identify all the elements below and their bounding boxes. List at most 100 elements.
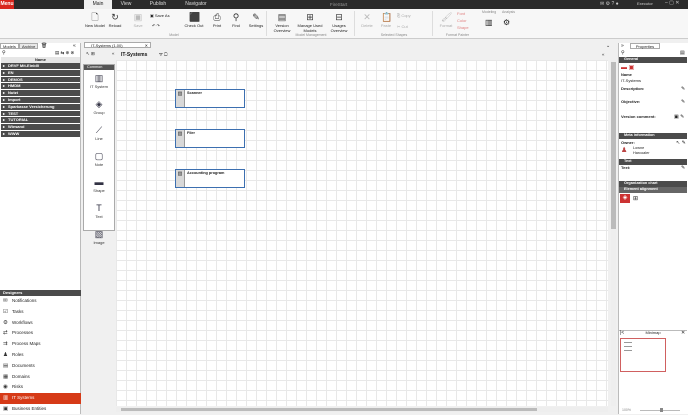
it-system-filer[interactable]: ▥ Filer: [175, 129, 245, 148]
edit-text-icon[interactable]: ✎: [681, 165, 685, 171]
save-as-button[interactable]: ▣ Save As: [150, 13, 170, 19]
tree-item[interactable]: TUTORIAL: [1, 117, 80, 125]
undo-redo-buttons[interactable]: ↶ ↷: [152, 23, 160, 29]
font-button[interactable]: Font: [457, 11, 465, 17]
owner-value-2[interactable]: Harcoaler: [633, 151, 649, 155]
usages-overview-button[interactable]: ⊟ Usages Overview: [326, 10, 352, 35]
tree-item[interactable]: TEST: [1, 110, 80, 118]
name-value[interactable]: IT-Systems: [621, 78, 641, 83]
edit-owner-icon[interactable]: ↖ ✎: [676, 140, 686, 146]
diagram-canvas[interactable]: [116, 60, 608, 406]
manage-used-models-button[interactable]: ⊞ Manage Used Models: [296, 10, 324, 35]
tab-navigator[interactable]: Navigator: [181, 0, 211, 9]
tab-models[interactable]: Models: [0, 43, 19, 49]
analysis-icon[interactable]: ⚙: [503, 18, 510, 27]
org-chart-align-icon[interactable]: ⊞: [633, 195, 638, 202]
tab-properties[interactable]: Properties: [630, 43, 660, 49]
collapse-left-icon[interactable]: «: [73, 43, 76, 49]
tab-publish[interactable]: Publish: [144, 0, 172, 9]
tree-item[interactable]: EN: [1, 69, 80, 77]
find-button[interactable]: ⚲ Find: [225, 10, 247, 35]
section-general[interactable]: General: [619, 57, 687, 63]
tree-item[interactable]: HMDM: [1, 83, 80, 91]
palette-item[interactable]: ▬ Shape: [84, 177, 114, 200]
vertical-scroll-thumb[interactable]: [611, 62, 616, 229]
palette-item[interactable]: ◈ Group: [84, 99, 114, 122]
shape-button[interactable]: Shape: [457, 25, 469, 31]
edit-objective-icon[interactable]: ✎: [681, 99, 685, 105]
collapse-right-icon[interactable]: »: [621, 43, 624, 49]
designer-item[interactable]: ☑ Tasks: [0, 307, 81, 318]
designer-item[interactable]: ▦ Domains: [0, 372, 81, 383]
reload-button[interactable]: ↻ Reload: [104, 10, 126, 35]
user-name[interactable]: Executor: [637, 1, 653, 6]
designer-item[interactable]: ▤ Documents: [0, 361, 81, 372]
designer-item[interactable]: ▣ Business Entities: [0, 404, 81, 415]
copy-button[interactable]: ⎘ Copy: [397, 13, 411, 19]
tab-view[interactable]: View: [112, 0, 140, 9]
palette-item[interactable]: ▢ Note: [84, 151, 114, 174]
tab-main[interactable]: Main: [84, 0, 112, 9]
tree-item[interactable]: Sparkasse Versicherung: [1, 103, 80, 111]
designer-item[interactable]: ▥ IT Systems: [0, 393, 81, 404]
it-system-icon: ▥: [176, 90, 185, 107]
pointer-icon[interactable]: ↖ ⊞: [86, 51, 95, 57]
section-organization-chart[interactable]: Organization chart: [619, 181, 687, 187]
designer-item[interactable]: ♟ Roles: [0, 350, 81, 361]
minimap-close-icon[interactable]: ✕: [681, 330, 685, 336]
tree-toolbar-icons[interactable]: ▤ ⇆ ⊕ ⊗: [55, 50, 74, 56]
tree-item[interactable]: Nutzt: [1, 90, 80, 97]
section-element-alignment[interactable]: Element alignment: [619, 187, 687, 193]
language-flag-icons[interactable]: ▬ ▣: [621, 64, 634, 71]
search-icon[interactable]: ⚲: [2, 50, 6, 56]
palette-item[interactable]: T Text: [84, 203, 114, 226]
color-button[interactable]: Color: [457, 18, 467, 24]
owner-value-1[interactable]: Lowne: [633, 146, 644, 150]
tree-item[interactable]: Wiesand: [1, 124, 80, 131]
trash-icon[interactable]: 🗑: [41, 43, 47, 49]
window-icons[interactable]: ✉ ⚙ ? ●: [600, 1, 619, 7]
new-model-button[interactable]: 🗋 New Model: [84, 10, 106, 35]
palette-item[interactable]: ⟋ Line: [84, 125, 114, 148]
zoom-slider-handle[interactable]: [660, 408, 663, 412]
designer-item[interactable]: ◉ Risks: [0, 382, 81, 393]
designer-item[interactable]: ⇄ Processes: [0, 328, 81, 339]
horizontal-scroll-thumb[interactable]: [121, 408, 537, 411]
designer-item[interactable]: ⚙ Workflows: [0, 318, 81, 329]
edit-description-icon[interactable]: ✎: [681, 86, 685, 92]
section-meta-information[interactable]: Meta information: [619, 133, 687, 139]
modeling-icon[interactable]: ▥: [485, 18, 493, 27]
window-controls[interactable]: – ▢ ✕: [665, 0, 679, 6]
properties-options-icon[interactable]: ▤: [680, 50, 685, 56]
collapse-canvas-icon[interactable]: «: [602, 52, 605, 57]
tree-item[interactable]: WWW: [1, 130, 80, 138]
palette-item[interactable]: ▧ Image: [84, 229, 114, 252]
settings-button[interactable]: ✎ Settings: [245, 10, 267, 35]
filter-icon[interactable]: ⛛ ▢: [159, 52, 167, 57]
minimap-viewport[interactable]: [620, 338, 666, 372]
it-system-scanner[interactable]: ▥ Scanner: [175, 89, 245, 108]
document-tab[interactable]: IT-Systems (1.00) ✕: [84, 42, 151, 48]
palette-item[interactable]: ▥ IT System: [84, 73, 114, 96]
tab-menu-icon[interactable]: ⌄: [606, 43, 610, 49]
org-chart-red-icon[interactable]: ◈: [620, 194, 630, 203]
designer-item[interactable]: ✉ Notifications: [0, 296, 81, 307]
collapse-palette-icon[interactable]: «: [112, 51, 115, 56]
cut-button[interactable]: ✂ Cut: [397, 24, 408, 30]
properties-search-icon[interactable]: ⚲: [621, 50, 625, 56]
check-out-button[interactable]: ⬛ Check Out: [183, 10, 205, 35]
designer-item[interactable]: ⇉ Process Maps: [0, 339, 81, 350]
app-menu-button[interactable]: Menu: [0, 0, 14, 9]
paste-button[interactable]: 📋 Paste: [375, 10, 397, 35]
tree-item[interactable]: DRVF Mit-Einbl0: [1, 63, 80, 70]
save-button[interactable]: ▣ Save: [127, 10, 149, 35]
version-overview-button[interactable]: ▤ Version Overview: [269, 10, 295, 35]
format-button[interactable]: 🖌 Format: [435, 10, 457, 35]
close-icon[interactable]: ✕: [145, 43, 148, 48]
tree-item[interactable]: DEMOS: [1, 76, 80, 84]
tree-item[interactable]: Import: [1, 96, 80, 104]
it-system-accounting-program[interactable]: ▥ Accounting program: [175, 169, 245, 188]
section-text[interactable]: Text: [619, 159, 687, 165]
edit-version-comment-icon[interactable]: ▣ ✎: [674, 114, 684, 120]
tab-archive[interactable]: Archive: [19, 43, 39, 49]
